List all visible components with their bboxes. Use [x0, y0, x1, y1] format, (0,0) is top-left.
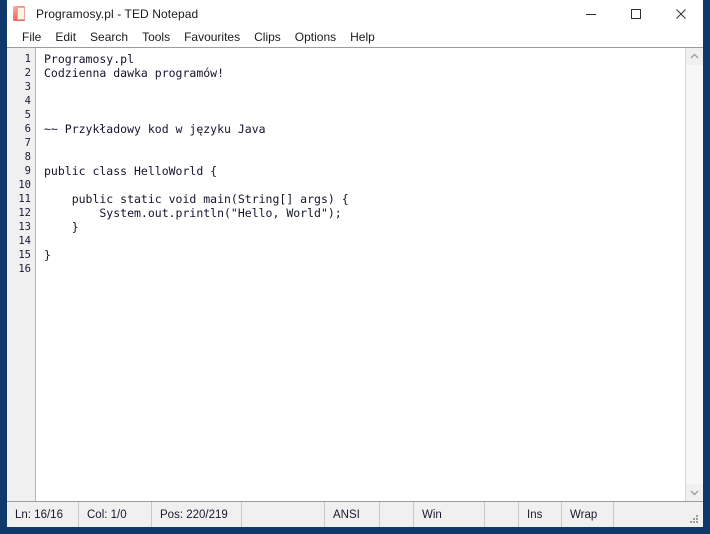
line-number: 3 — [24, 81, 31, 93]
title-bar: Programosy.pl - TED Notepad — [7, 0, 703, 28]
line-number: 8 — [24, 151, 31, 163]
scrollbar-track[interactable] — [686, 65, 703, 484]
menu-item-tools[interactable]: Tools — [135, 29, 177, 47]
eol-indicator[interactable]: Win — [414, 502, 485, 527]
editor-line: } — [44, 220, 79, 234]
application-window: Programosy.pl - TED Notepad File Edit Sear — [0, 0, 710, 534]
line-number: 2 — [24, 67, 31, 79]
document-icon — [12, 5, 28, 23]
close-icon — [675, 9, 686, 19]
window-title: Programosy.pl - TED Notepad — [36, 7, 199, 21]
maximize-icon — [630, 9, 641, 19]
menu-bar: File Edit Search Tools Favourites Clips Option… — [7, 28, 703, 47]
line-number: 16 — [18, 263, 31, 275]
editor-line: System.out.println("Hello, World"); — [44, 206, 342, 220]
vertical-scrollbar[interactable] — [685, 48, 703, 501]
editor-line: public static void main(String[] args) { — [44, 192, 349, 206]
line-number: 14 — [18, 235, 31, 247]
spacer-3 — [485, 502, 519, 527]
wrap-indicator[interactable]: Wrap — [562, 502, 614, 527]
scroll-down-button[interactable] — [686, 484, 703, 501]
chevron-up-icon — [690, 53, 699, 59]
line-number: 10 — [18, 179, 31, 191]
menu-item-edit[interactable]: Edit — [48, 29, 83, 47]
line-number: 9 — [24, 165, 31, 177]
menu-item-help[interactable]: Help — [343, 29, 382, 47]
editor-line: Codzienna dawka programów! — [44, 66, 225, 80]
line-number: 11 — [18, 193, 31, 205]
menu-item-favourites[interactable]: Favourites — [177, 29, 247, 47]
column-indicator[interactable]: Col: 1/0 — [79, 502, 152, 527]
text-editor[interactable]: Programosy.pl Codzienna dawka programów! ~… — [36, 48, 685, 501]
line-number: 13 — [18, 221, 31, 233]
close-button[interactable] — [658, 0, 703, 28]
editor-line: public class HelloWorld { — [44, 164, 218, 178]
spacer-2 — [380, 502, 414, 527]
line-number: 5 — [24, 109, 31, 121]
editor-line: } — [44, 248, 51, 262]
line-number: 6 — [24, 123, 31, 135]
line-number: 15 — [18, 249, 31, 261]
line-number: 12 — [18, 207, 31, 219]
insert-indicator[interactable]: Ins — [519, 502, 562, 527]
spacer-1 — [242, 502, 325, 527]
line-number: 1 — [24, 53, 31, 65]
position-indicator[interactable]: Pos: 220/219 — [152, 502, 242, 527]
menu-item-clips[interactable]: Clips — [247, 29, 288, 47]
encoding-indicator[interactable]: ANSI — [325, 502, 380, 527]
line-number: 7 — [24, 137, 31, 149]
editor-line: Programosy.pl — [44, 52, 135, 66]
line-number-gutter: 1 2 3 4 5 6 7 8 9 10 11 12 13 14 15 16 — [7, 48, 36, 501]
line-number: 4 — [24, 95, 31, 107]
chevron-down-icon — [690, 490, 699, 496]
resize-grip[interactable] — [688, 512, 700, 524]
maximize-button[interactable] — [613, 0, 658, 28]
resize-grip-icon — [690, 515, 698, 523]
scroll-up-button[interactable] — [686, 48, 703, 65]
minimize-icon — [585, 14, 596, 15]
menu-item-search[interactable]: Search — [83, 29, 135, 47]
menu-item-options[interactable]: Options — [288, 29, 343, 47]
status-bar: Ln: 16/16 Col: 1/0 Pos: 220/219 ANSI Win Ins W… — [7, 501, 703, 527]
minimize-button[interactable] — [568, 0, 613, 28]
editor-container: 1 2 3 4 5 6 7 8 9 10 11 12 13 14 15 16 Programosy.pl Cod… — [7, 47, 703, 501]
line-indicator[interactable]: Ln: 16/16 — [7, 502, 79, 527]
menu-item-file[interactable]: File — [15, 29, 48, 47]
window-controls — [568, 0, 703, 28]
editor-line: ~~ Przykładowy kod w języku Java — [44, 122, 266, 136]
